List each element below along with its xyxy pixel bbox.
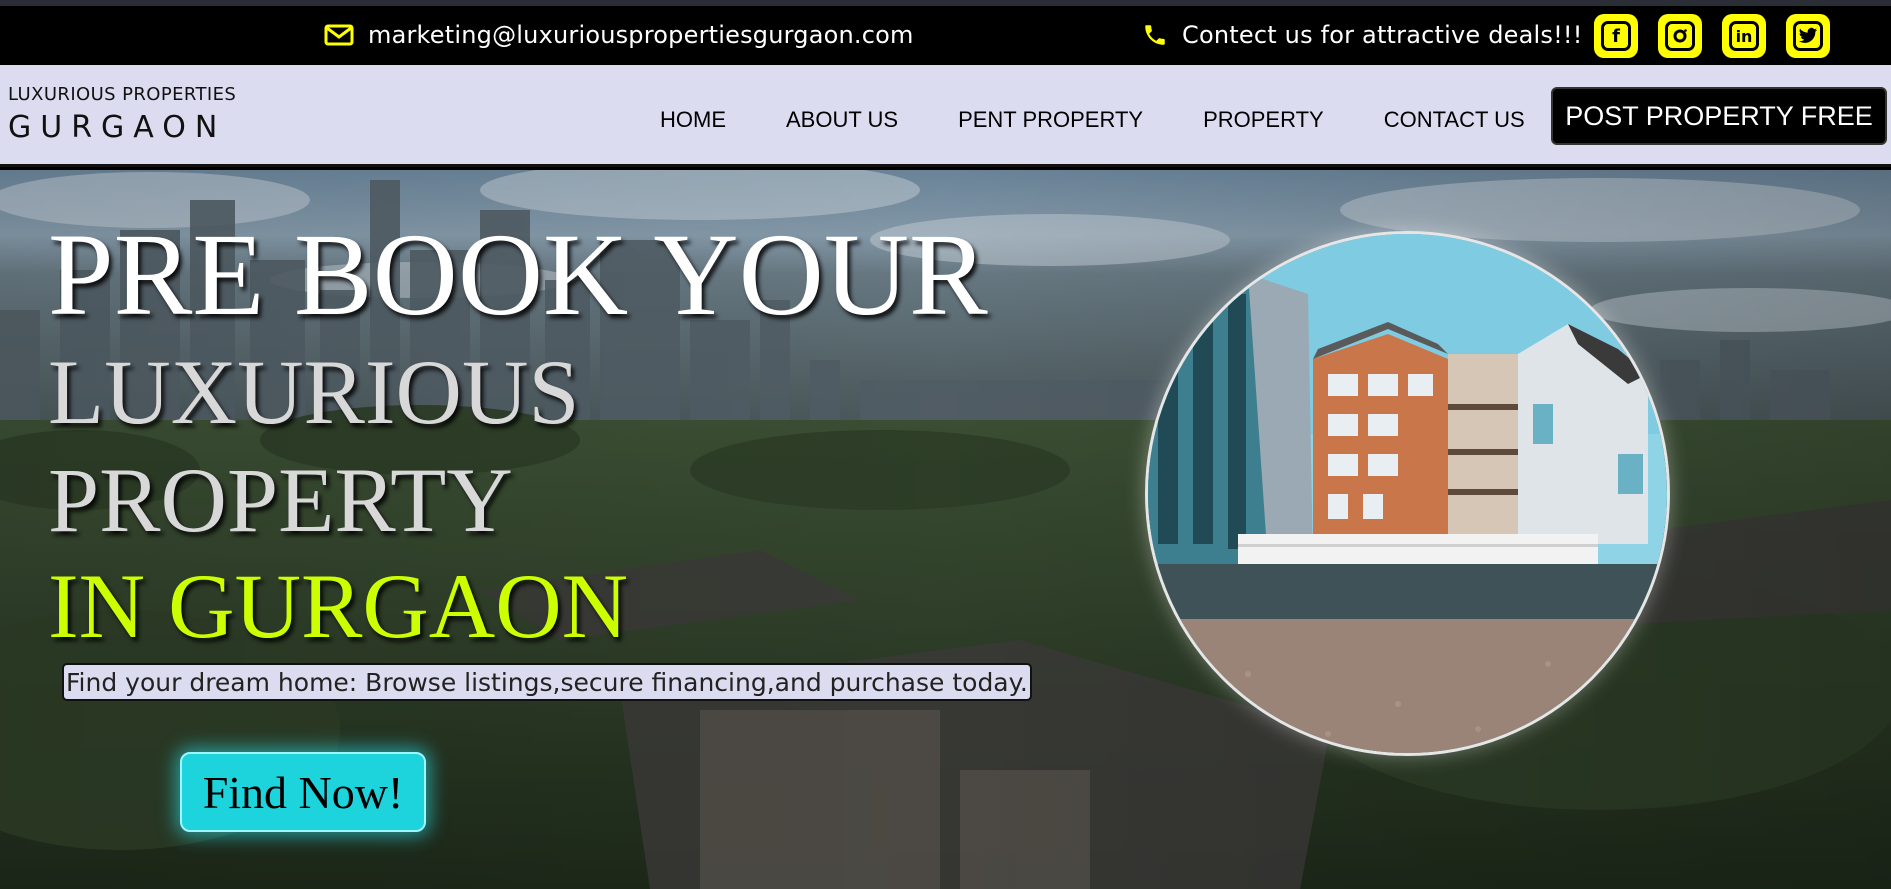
featured-property-image (1145, 231, 1670, 756)
twitter-icon (1793, 21, 1823, 51)
linkedin-icon: in (1729, 21, 1759, 51)
facebook-link[interactable]: f (1594, 14, 1638, 58)
email-text[interactable]: marketing@luxuriouspropertiesgurgaon.com (368, 21, 914, 49)
contact-text: Contect us for attractive deals!!! (1182, 21, 1583, 49)
hero-heading-line-1: PRE BOOK YOUR (48, 209, 988, 340)
nav-property[interactable]: PROPERTY (1203, 107, 1324, 133)
linkedin-link[interactable]: in (1722, 14, 1766, 58)
twitter-link[interactable] (1786, 14, 1830, 58)
top-contact-bar: marketing@luxuriouspropertiesgurgaon.com… (0, 0, 1891, 65)
hero-section: PRE BOOK YOUR LUXURIOUS PROPERTY IN GURG… (0, 170, 1891, 889)
nav-home[interactable]: HOME (660, 107, 726, 133)
nav-about-us[interactable]: ABOUT US (786, 107, 898, 133)
hero-heading-line-4: IN GURGAON (48, 555, 629, 657)
instagram-icon (1665, 21, 1695, 51)
building-illustration (1148, 234, 1667, 753)
main-navbar: LUXURIOUS PROPERTIES GURGAON HOME ABOUT … (0, 65, 1891, 167)
envelope-icon (324, 24, 354, 46)
email-contact[interactable]: marketing@luxuriouspropertiesgurgaon.com (324, 21, 914, 49)
nav-pent-property[interactable]: PENT PROPERTY (958, 107, 1143, 133)
facebook-icon: f (1601, 21, 1631, 51)
nav-menu: HOME ABOUT US PENT PROPERTY PROPERTY CON… (660, 107, 1585, 133)
find-now-button[interactable]: Find Now! (180, 752, 426, 832)
social-links: f in (1594, 14, 1830, 58)
phone-contact[interactable]: Contect us for attractive deals!!! (1142, 21, 1583, 49)
hero-heading-line-3: PROPERTY (48, 449, 513, 551)
instagram-link[interactable] (1658, 14, 1702, 58)
brand-subtitle[interactable]: LUXURIOUS PROPERTIES (8, 84, 236, 105)
brand-logo[interactable]: GURGAON (8, 110, 226, 145)
hero-tagline: Find your dream home: Browse listings,se… (62, 663, 1032, 701)
post-property-button[interactable]: POST PROPERTY FREE (1551, 87, 1887, 145)
phone-icon (1145, 25, 1165, 45)
hero-heading-line-2: LUXURIOUS (48, 341, 580, 443)
nav-contact-us[interactable]: CONTACT US (1384, 107, 1525, 133)
